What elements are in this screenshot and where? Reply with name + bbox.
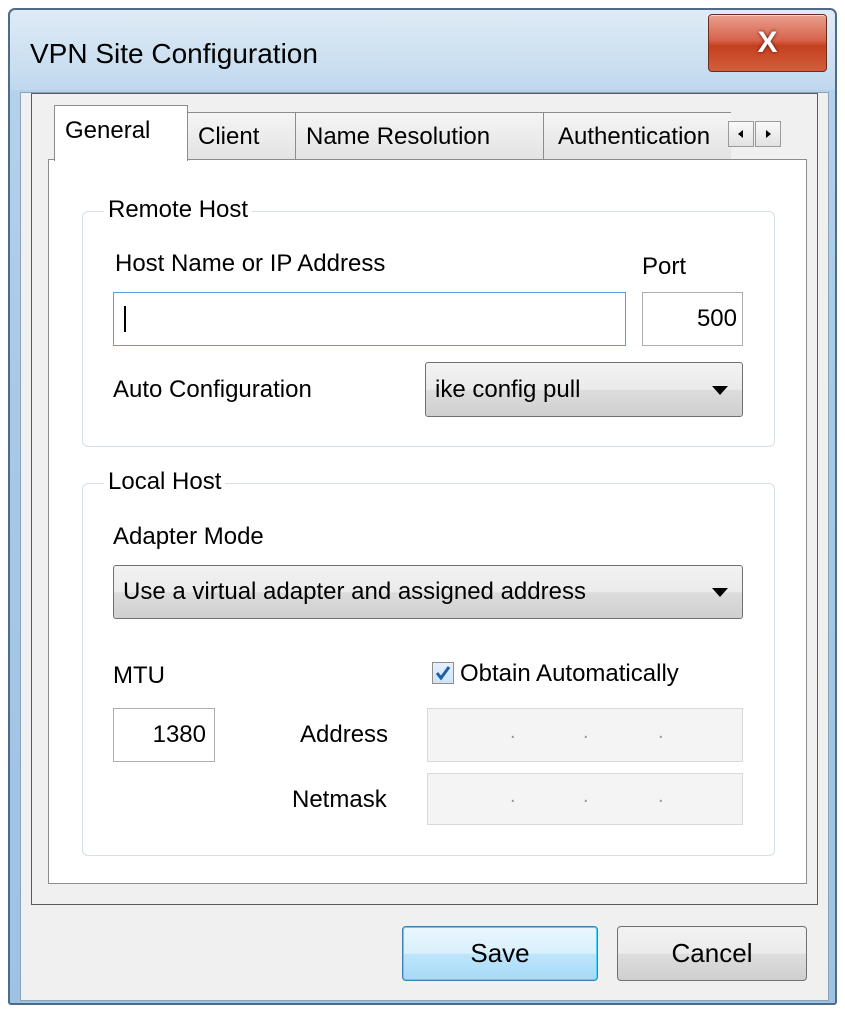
tab-authentication-label: Authentication — [558, 123, 711, 150]
save-button-label: Save — [470, 938, 530, 968]
port-input[interactable]: 500 — [642, 292, 743, 346]
address-label: Address — [300, 721, 389, 748]
ip-separator: . — [583, 785, 589, 808]
chevron-down-icon — [712, 588, 728, 597]
tab-client-label: Client — [198, 123, 260, 150]
mtu-input[interactable]: 1380 — [113, 708, 215, 762]
chevron-right-icon — [766, 130, 771, 138]
ip-separator: . — [658, 721, 664, 744]
tab-name-resolution[interactable]: Name Resolution — [295, 112, 544, 159]
cancel-button-label: Cancel — [671, 938, 753, 968]
tab-name-resolution-label: Name Resolution — [306, 123, 491, 150]
address-ip-field: . . . — [427, 708, 743, 762]
tab-authentication[interactable]: Authentication — [543, 112, 731, 159]
netmask-label: Netmask — [292, 786, 387, 813]
netmask-ip-field: . . . — [427, 773, 743, 825]
ip-separator: . — [658, 785, 664, 808]
ip-separator: . — [510, 721, 516, 744]
host-name-label: Host Name or IP Address — [115, 250, 386, 277]
port-value: 500 — [696, 305, 737, 332]
cancel-button[interactable]: Cancel — [617, 926, 807, 981]
adapter-mode-value: Use a virtual adapter and assigned addre… — [123, 578, 586, 605]
ip-separator: . — [510, 785, 516, 808]
tab-general[interactable]: General — [54, 105, 188, 161]
ip-separator: . — [583, 721, 589, 744]
obtain-automatically-checkbox[interactable] — [432, 662, 454, 684]
checkmark-icon — [435, 666, 451, 681]
chevron-left-icon — [738, 130, 743, 138]
mtu-value: 1380 — [152, 721, 206, 748]
window-title: VPN Site Configuration — [30, 38, 318, 69]
tab-general-label: General — [65, 117, 151, 144]
auto-configuration-value: ike config pull — [435, 375, 581, 403]
text-caret — [124, 306, 126, 332]
tab-scroll-right-button[interactable] — [755, 121, 781, 147]
local-host-group-label: Local Host — [104, 468, 226, 496]
adapter-mode-select[interactable]: Use a virtual adapter and assigned addre… — [113, 565, 743, 619]
tab-scroll-left-button[interactable] — [728, 121, 754, 147]
close-icon: X — [757, 26, 778, 59]
mtu-label: MTU — [113, 662, 165, 689]
tab-client[interactable]: Client — [187, 112, 296, 159]
port-label: Port — [642, 253, 687, 280]
remote-host-group-label: Remote Host — [104, 196, 253, 224]
auto-configuration-select[interactable]: ike config pull — [425, 362, 743, 417]
adapter-mode-label: Adapter Mode — [113, 523, 264, 550]
save-button[interactable]: Save — [402, 926, 598, 981]
close-button[interactable]: X — [708, 14, 827, 72]
auto-configuration-label: Auto Configuration — [113, 376, 312, 403]
obtain-automatically-label[interactable]: Obtain Automatically — [460, 660, 679, 688]
host-name-input[interactable] — [113, 292, 626, 346]
chevron-down-icon — [712, 385, 728, 395]
